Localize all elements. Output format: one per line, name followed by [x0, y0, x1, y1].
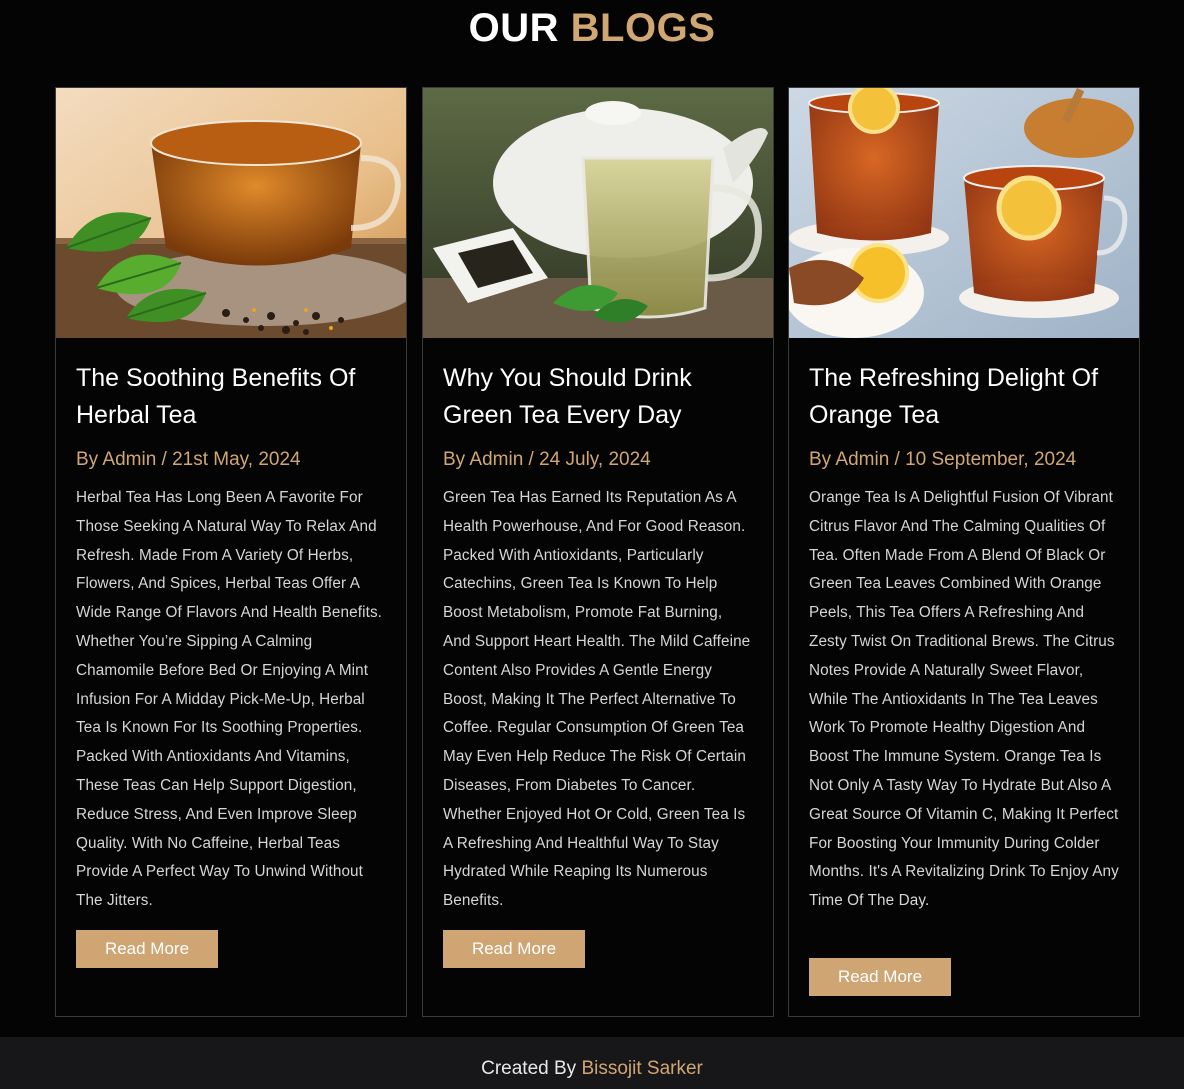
section-heading: OUR BLOGS [0, 6, 1184, 51]
blog-card-orange: The Refreshing Delight Of Orange Tea By … [788, 87, 1140, 1017]
herbal-tea-image [56, 88, 406, 338]
read-more-button[interactable]: Read More [443, 930, 585, 968]
blog-card-green: Why You Should Drink Green Tea Every Day… [422, 87, 774, 1017]
site-footer: Created By Bissojit Sarker [0, 1037, 1184, 1089]
green-tea-image [423, 88, 773, 338]
post-title[interactable]: The Refreshing Delight Of Orange Tea [809, 360, 1119, 434]
post-body: Herbal Tea Has Long Been A Favorite For … [76, 489, 383, 910]
heading-word-blogs: BLOGS [570, 6, 716, 50]
footer-author-name[interactable]: Bissojit Sarker [581, 1058, 702, 1079]
blog-card-herbal: The Soothing Benefits Of Herbal Tea By A… [55, 87, 407, 1017]
footer-credit-prefix: Created By [481, 1058, 577, 1079]
heading-word-our: OUR [468, 6, 560, 50]
post-body: Orange Tea Is A Delightful Fusion Of Vib… [809, 489, 1119, 910]
post-meta: By Admin / 10 September, 2024 [809, 449, 1077, 470]
post-title[interactable]: The Soothing Benefits Of Herbal Tea [76, 360, 386, 434]
orange-tea-image [789, 88, 1139, 338]
post-title[interactable]: Why You Should Drink Green Tea Every Day [443, 360, 753, 434]
read-more-button[interactable]: Read More [809, 958, 951, 996]
post-body: Green Tea Has Earned Its Reputation As A… [443, 489, 751, 910]
post-meta: By Admin / 24 July, 2024 [443, 449, 651, 470]
read-more-button[interactable]: Read More [76, 930, 218, 968]
post-meta: By Admin / 21st May, 2024 [76, 449, 301, 470]
